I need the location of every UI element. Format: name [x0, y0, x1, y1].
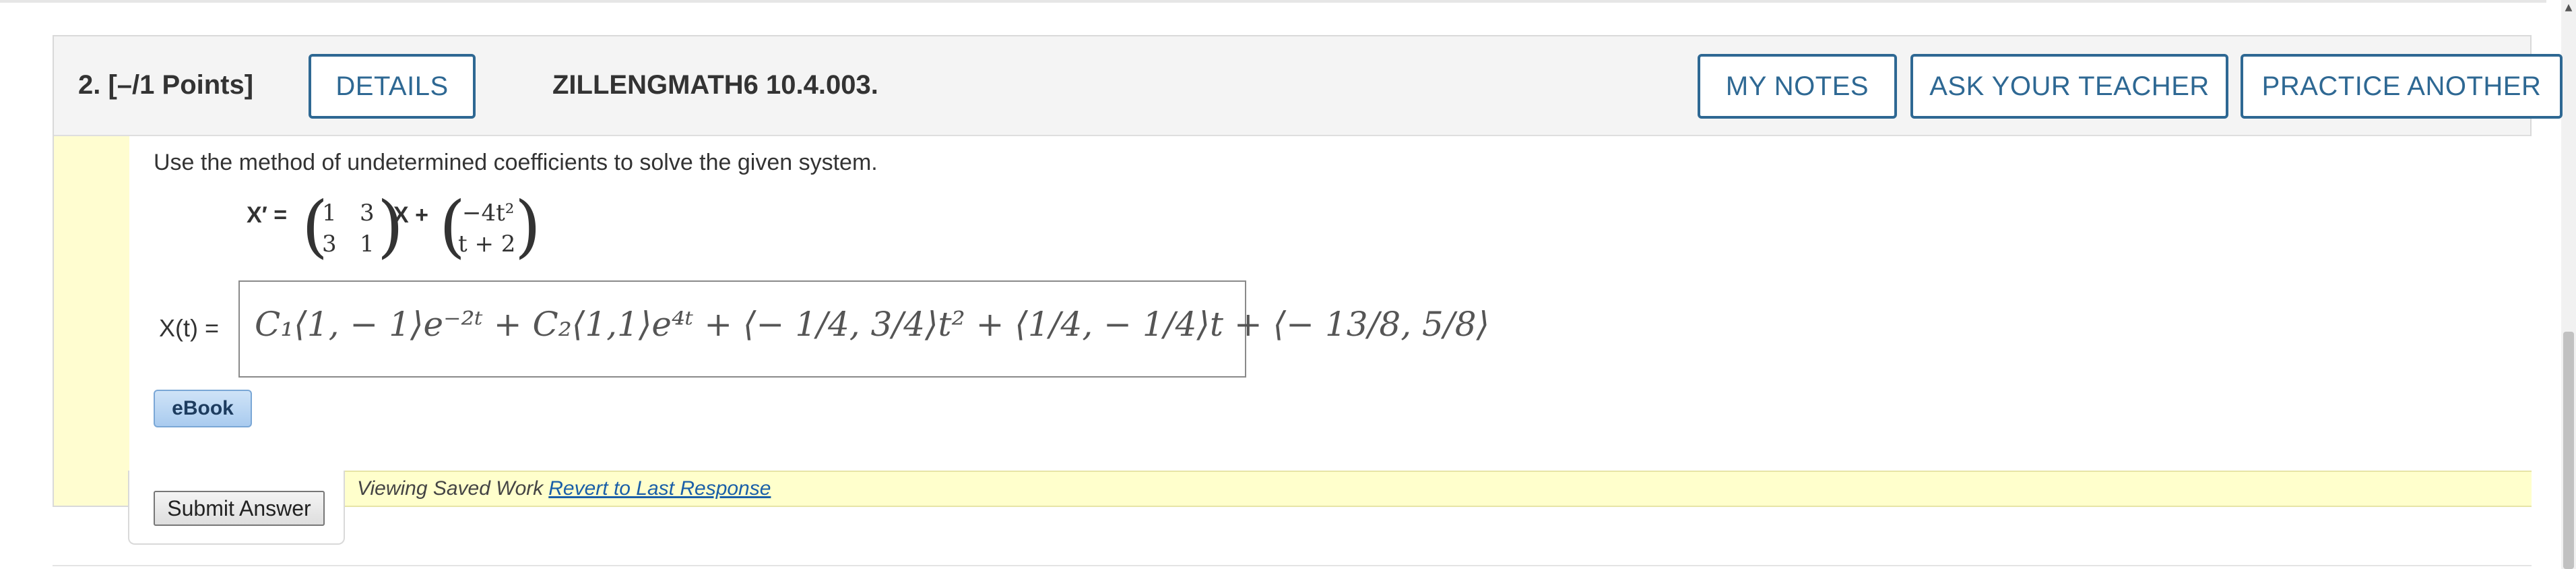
problem-instruction: Use the method of undetermined coefficie…	[154, 150, 878, 175]
answer-value: C₁⟨1, − 1⟩e⁻²ᵗ + C₂⟨1,1⟩e⁴ᵗ + ⟨− 1/4, 3/…	[255, 305, 1490, 344]
x-prime-label: X′ =	[247, 202, 288, 228]
right-paren-2: )	[515, 187, 542, 266]
top-divider	[0, 0, 2546, 3]
x-plus-label: X +	[393, 202, 428, 228]
matrix-a21: 3	[322, 231, 337, 258]
bottom-divider	[53, 565, 2532, 566]
answer-label: X(t) =	[159, 314, 220, 342]
scrollbar-thumb[interactable]	[2563, 332, 2574, 569]
ebook-button[interactable]: eBook	[154, 390, 252, 427]
practice-another-button[interactable]: PRACTICE ANOTHER	[2241, 54, 2563, 119]
submit-panel: Submit Answer	[128, 471, 345, 545]
question-side-band	[54, 136, 129, 506]
question-header: 2. [–/1 Points] DETAILS ZILLENGMATH6 10.…	[54, 36, 2563, 136]
details-button[interactable]: DETAILS	[309, 54, 476, 119]
matrix-a11: 1	[322, 200, 337, 227]
question-number: 2. [–/1 Points]	[78, 70, 254, 100]
answer-input[interactable]: C₁⟨1, − 1⟩e⁻²ᵗ + C₂⟨1,1⟩e⁴ᵗ + ⟨− 1/4, 3/…	[238, 280, 1489, 378]
ask-your-teacher-button[interactable]: ASK YOUR TEACHER	[1910, 54, 2228, 119]
forcing-term-1: −4t²	[462, 200, 515, 227]
submit-answer-button[interactable]: Submit Answer	[154, 491, 325, 526]
saved-work-message: Viewing Saved Work Revert to Last Respons…	[357, 477, 771, 500]
matrix-a22: 1	[360, 231, 375, 258]
matrix-a12: 3	[360, 200, 375, 227]
saved-work-text: Viewing Saved Work	[357, 477, 544, 500]
my-notes-button[interactable]: MY NOTES	[1698, 54, 1897, 119]
problem-code: ZILLENGMATH6 10.4.003.	[552, 70, 878, 100]
vertical-scrollbar[interactable]: ▲	[2561, 0, 2576, 569]
question-card: 2. [–/1 Points] DETAILS ZILLENGMATH6 10.…	[53, 35, 2563, 507]
forcing-term-2: t + 2	[458, 231, 516, 258]
saved-work-bar: Viewing Saved Work Revert to Last Respons…	[345, 471, 2532, 507]
scroll-up-arrow-icon[interactable]: ▲	[2561, 0, 2576, 15]
revert-link[interactable]: Revert to Last Response	[548, 477, 771, 500]
